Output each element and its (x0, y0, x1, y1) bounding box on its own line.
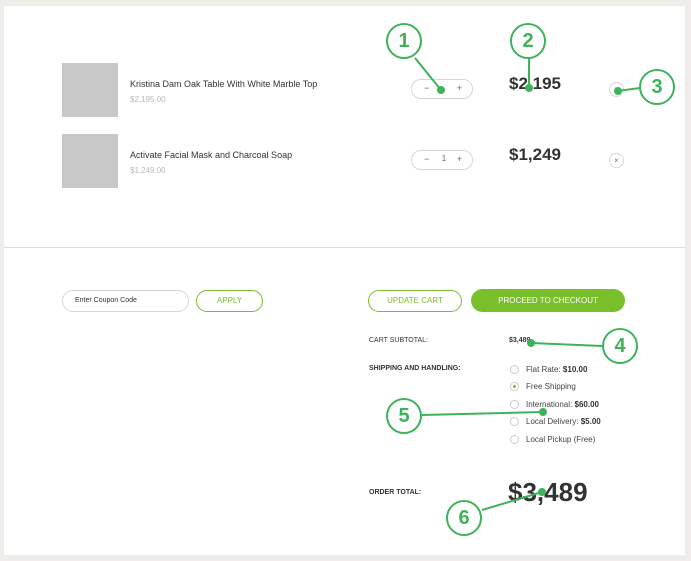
annotation-marker: 6 (446, 500, 482, 536)
annotation-marker: 5 (386, 398, 422, 434)
annotation-marker: 2 (510, 23, 546, 59)
annotation-lines (414, 57, 641, 511)
annotation-marker: 1 (386, 23, 422, 59)
annotation-marker: 4 (602, 328, 638, 364)
annotation-marker: 3 (639, 69, 675, 105)
